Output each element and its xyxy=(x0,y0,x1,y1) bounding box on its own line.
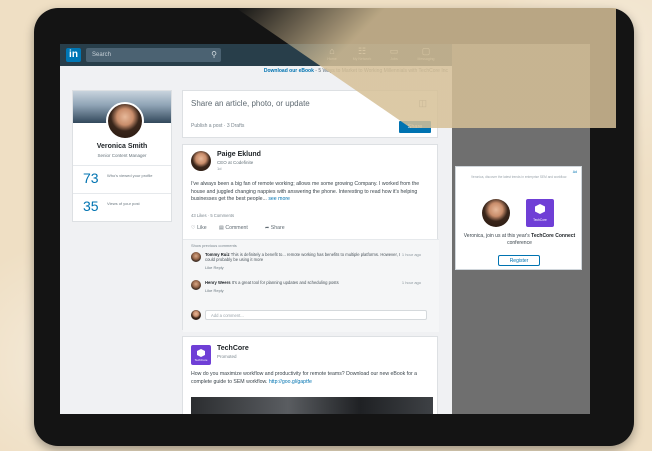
share-box: Share an article, photo, or update ◫ Pub… xyxy=(182,90,438,138)
own-avatar xyxy=(191,310,201,320)
commenter-name[interactable]: Henry Weers xyxy=(205,280,231,285)
stat-value: 35 xyxy=(83,198,99,214)
network-icon: ☷ xyxy=(357,46,367,56)
share-prompt[interactable]: Share an article, photo, or update xyxy=(191,99,310,108)
stat-label: Views of your post xyxy=(107,201,140,206)
commenter-avatar[interactable] xyxy=(191,252,201,262)
like-button[interactable]: ♡ Like xyxy=(191,225,207,231)
commenter-name[interactable]: Tommy Ruiz xyxy=(205,252,230,257)
dynamic-ad-card: Ad Veronica, discover the latest trends … xyxy=(455,166,582,270)
comments-area: Show previous comments Tommy Ruiz This i… xyxy=(183,239,439,332)
register-button[interactable]: Register xyxy=(498,255,540,266)
comment-text: Henry Weers It's a great tool for planni… xyxy=(205,280,405,285)
comment-time: 1 hour ago xyxy=(401,252,421,257)
search-placeholder: Search xyxy=(92,52,112,58)
nav-home-label: Home xyxy=(327,57,337,61)
like-label: Like xyxy=(197,225,207,231)
techcore-logo[interactable]: TechCore xyxy=(191,345,211,365)
sponsored-link[interactable]: http://goo.gl/gaptfe xyxy=(269,379,312,385)
ad-text-bold: TechCore Connect xyxy=(531,233,576,239)
feed-post: Paige Eklund CEO at Codefinite 1d I've a… xyxy=(182,144,439,332)
stat-post-views[interactable]: 35 Views of your post xyxy=(73,193,171,220)
see-more-link[interactable]: see more xyxy=(268,196,290,202)
profile-name[interactable]: Veronica Smith xyxy=(73,143,171,150)
search-icon[interactable]: ⚲ xyxy=(211,48,217,62)
nav-jobs[interactable]: ▭ Jobs xyxy=(380,46,408,62)
nav-messaging[interactable]: ▢ Messaging xyxy=(412,46,440,62)
promo-text: - 5 Ways to Market to Working Millennial… xyxy=(313,68,448,74)
profile-card: Veronica Smith Senior Content Manager 73… xyxy=(72,90,172,222)
stat-value: 73 xyxy=(83,170,99,186)
home-icon: ⌂ xyxy=(329,46,335,56)
share-post-button[interactable]: ➦ Share xyxy=(265,225,285,231)
commenter-avatar[interactable] xyxy=(191,280,201,290)
post-author-name[interactable]: Paige Eklund xyxy=(217,151,261,158)
comment-body: This is definitely a benefit to... remot… xyxy=(205,252,401,263)
ad-member-avatar xyxy=(482,199,510,227)
post-author-headline: CEO at Codefinite xyxy=(217,160,254,165)
stat-label: Who's viewed your profile xyxy=(107,173,153,178)
comment-actions[interactable]: Like Reply xyxy=(205,288,224,293)
stat-profile-views[interactable]: 73 Who's viewed your profile xyxy=(73,165,171,192)
comment-text: Tommy Ruiz This is definitely a benefit … xyxy=(205,252,405,263)
ad-label[interactable]: Ad xyxy=(573,170,577,174)
techcore-logo-label: TechCore xyxy=(194,358,208,362)
add-comment-input[interactable]: Add a comment... xyxy=(205,310,427,320)
sponsor-name[interactable]: TechCore xyxy=(217,345,249,352)
nav-home[interactable]: ⌂ Home xyxy=(318,46,346,62)
camera-icon[interactable]: ◫ xyxy=(418,98,427,109)
top-navbar: in Search ⚲ ⌂ Home ☷ My Network ▭ Jobs ▢… xyxy=(60,44,452,66)
ad-text-post: conference xyxy=(507,240,532,246)
ad-techcore-logo: TechCore xyxy=(526,199,554,227)
post-stats[interactable]: 43 Likes · 5 Comments xyxy=(191,213,234,218)
profile-title: Senior Content Manager xyxy=(97,153,147,158)
ad-logo-label: TechCore xyxy=(533,218,547,222)
nav-network-label: My Network xyxy=(352,57,372,61)
linkedin-screen: in Search ⚲ ⌂ Home ☷ My Network ▭ Jobs ▢… xyxy=(60,44,452,414)
messaging-icon: ▢ xyxy=(421,46,431,56)
jobs-icon: ▭ xyxy=(389,46,399,56)
sponsored-post: TechCore TechCore Promoted How do you ma… xyxy=(182,336,438,414)
nav-my-network[interactable]: ☷ My Network xyxy=(348,46,376,62)
ad-text-pre: Veronica, join us at this year's xyxy=(463,233,532,239)
post-body-text: I've always been a big fan of remote wor… xyxy=(191,181,420,202)
sponsored-image[interactable] xyxy=(191,397,433,414)
profile-avatar[interactable] xyxy=(106,102,144,140)
post-author-avatar[interactable] xyxy=(191,151,211,171)
comment-actions[interactable]: Like Reply xyxy=(205,265,224,270)
nav-jobs-label: Jobs xyxy=(390,57,398,61)
promo-link[interactable]: Download our eBook xyxy=(264,68,314,74)
comment-time: 1 hour ago xyxy=(401,280,421,285)
nav-messaging-label: Messaging xyxy=(417,57,435,61)
comment-body: It's a great tool for planning updates a… xyxy=(231,280,339,285)
search-input[interactable]: Search ⚲ xyxy=(86,48,221,62)
ad-text: Veronica, join us at this year's TechCor… xyxy=(460,233,579,247)
share-label: Share xyxy=(270,225,285,231)
sponsored-body: How do you maximize workflow and product… xyxy=(191,371,433,386)
ad-headline: Veronica, discover the latest trends in … xyxy=(470,175,568,179)
post-actions: ♡ Like ▤ Comment ➦ Share xyxy=(191,223,431,235)
promo-banner: Download our eBook - 5 Ways to Market to… xyxy=(60,68,452,78)
share-button[interactable]: Share xyxy=(399,121,431,133)
previous-comments-link[interactable]: Show previous comments xyxy=(191,243,237,248)
post-body: I've always been a big fan of remote wor… xyxy=(191,181,431,204)
comment-label: Comment xyxy=(225,225,248,231)
promoted-label: Promoted xyxy=(217,354,237,359)
comment-button[interactable]: ▤ Comment xyxy=(219,225,248,231)
publish-post-link[interactable]: Publish a post · 3 Drafts xyxy=(191,123,244,129)
linkedin-logo[interactable]: in xyxy=(66,48,81,62)
post-timestamp: 1d xyxy=(217,166,222,171)
